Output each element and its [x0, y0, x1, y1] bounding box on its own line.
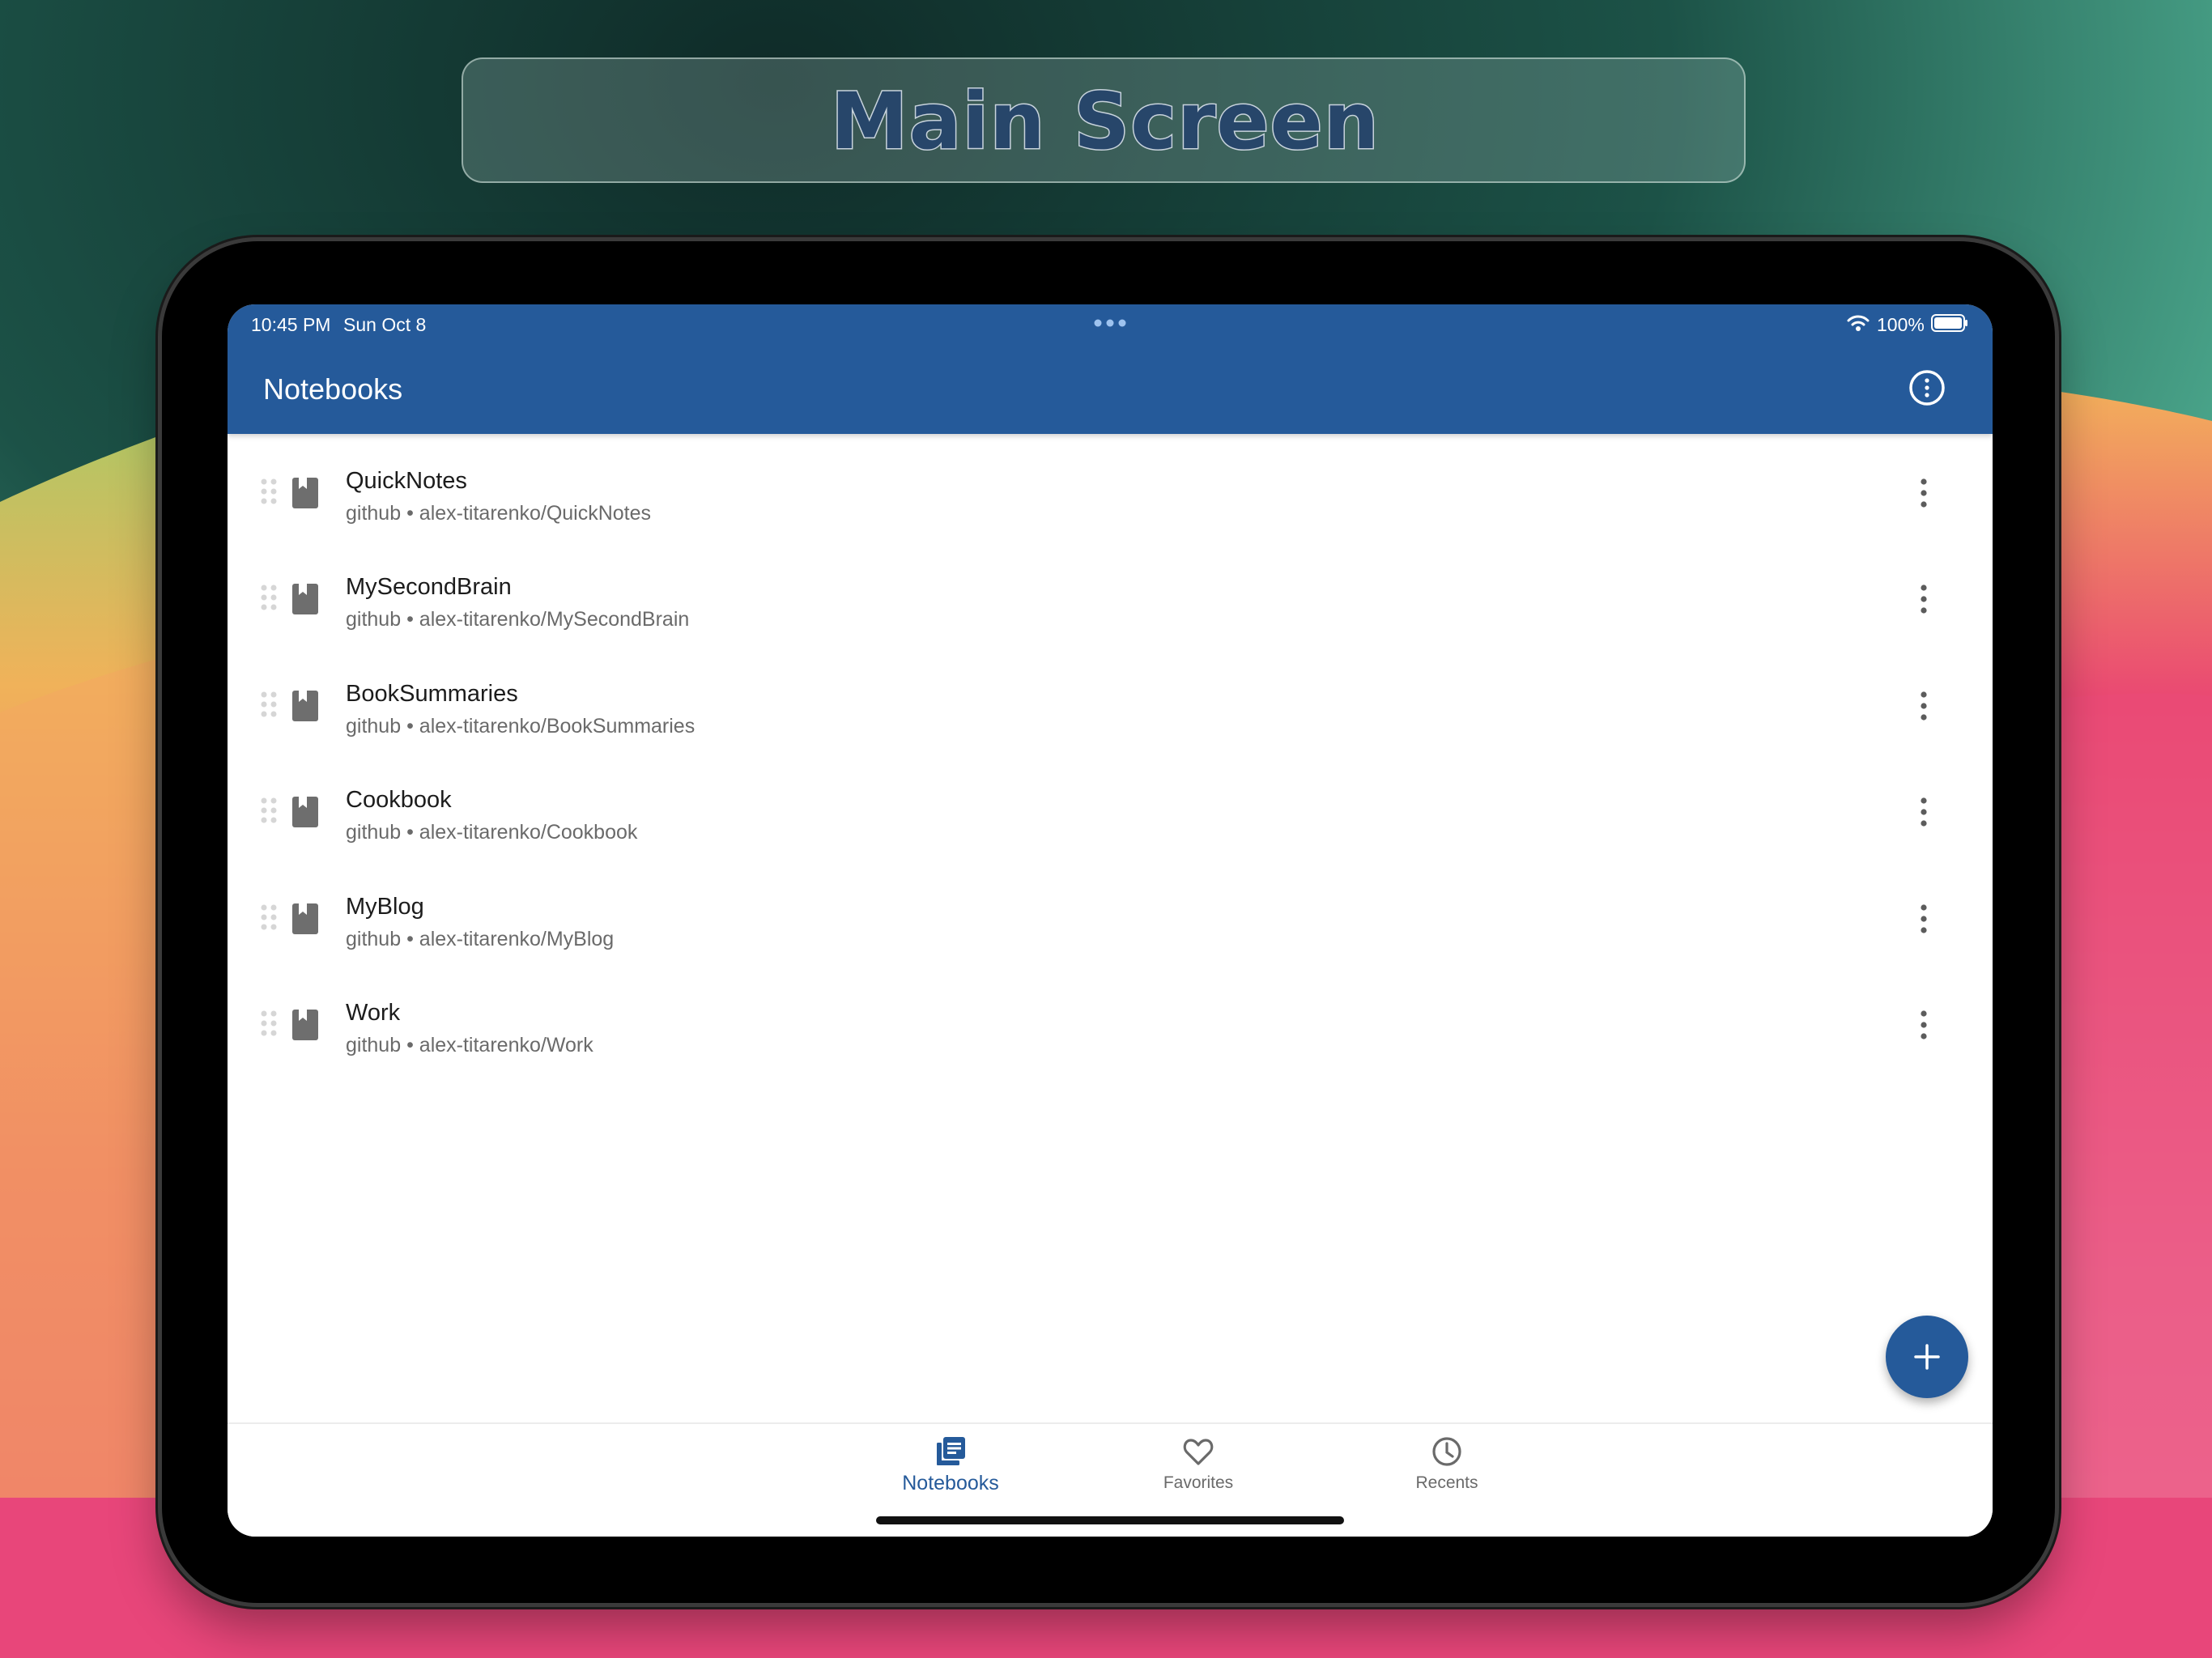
drag-handle-icon[interactable]	[260, 691, 278, 718]
notebook-row[interactable]: QuickNotes github • alex-titarenko/QuickN…	[228, 434, 1993, 540]
plus-icon	[1914, 1344, 1940, 1370]
drag-handle-icon[interactable]	[260, 584, 278, 611]
more-vertical-icon[interactable]	[1910, 474, 1938, 512]
notebook-source: github • alex-titarenko/MySecondBrain	[346, 606, 689, 632]
notebook-separator: •	[406, 927, 414, 950]
notebook-row[interactable]: Work github • alex-titarenko/Work	[228, 966, 1993, 1072]
more-vertical-icon[interactable]	[1910, 900, 1938, 937]
notebook-row[interactable]: Cookbook github • alex-titarenko/Cookbook	[228, 753, 1993, 859]
notebook-source: github • alex-titarenko/QuickNotes	[346, 500, 651, 526]
notebook-separator: •	[406, 502, 414, 525]
nav-label-favorites: Favorites	[1163, 1473, 1234, 1492]
title-banner: Main Screen	[462, 57, 1746, 183]
notebooks-icon	[937, 1437, 965, 1465]
notebook-icon	[292, 478, 318, 508]
app-header: 10:45 PM Sun Oct 8 100% Notebooks	[228, 304, 1993, 434]
notebook-list: QuickNotes github • alex-titarenko/QuickN…	[228, 434, 1993, 1072]
drag-handle-icon[interactable]	[260, 1010, 278, 1037]
more-vertical-icon[interactable]	[1910, 793, 1938, 831]
notebook-icon	[292, 690, 318, 721]
battery-percentage: 100%	[1877, 314, 1925, 335]
notebook-icon	[292, 903, 318, 934]
notebook-name: BookSummaries	[346, 680, 518, 707]
notebook-provider: github	[346, 1033, 402, 1056]
notebook-row[interactable]: BookSummaries github • alex-titarenko/Boo…	[228, 647, 1993, 753]
more-vertical-icon[interactable]	[1910, 580, 1938, 618]
nav-label-recents: Recents	[1415, 1473, 1478, 1492]
drag-handle-icon[interactable]	[260, 797, 278, 824]
notebook-icon	[292, 584, 318, 615]
notebook-source: github • alex-titarenko/BookSummaries	[346, 713, 695, 739]
notebook-row[interactable]: MyBlog github • alex-titarenko/MyBlog	[228, 860, 1993, 966]
app-screen: 10:45 PM Sun Oct 8 100% Notebooks QuickN…	[228, 304, 1993, 1537]
drag-handle-icon[interactable]	[260, 478, 278, 505]
marketing-screenshot: Main Screen 10:45 PM Sun Oct 8 100% Note…	[0, 0, 2212, 1658]
notebook-provider: github	[346, 502, 402, 525]
page-title: Notebooks	[263, 372, 403, 406]
heart-icon	[1183, 1439, 1214, 1465]
add-notebook-button[interactable]	[1886, 1316, 1968, 1398]
notebook-separator: •	[406, 821, 414, 844]
banner-title: Main Screen	[830, 75, 1380, 168]
notebook-name: MySecondBrain	[346, 574, 512, 601]
notebook-name: Cookbook	[346, 787, 452, 814]
info-circle-icon[interactable]	[1907, 368, 1947, 408]
notebook-separator: •	[406, 608, 414, 631]
more-vertical-icon[interactable]	[1910, 687, 1938, 725]
notebook-repo: alex-titarenko/Work	[419, 1033, 593, 1056]
notebook-name: QuickNotes	[346, 468, 467, 494]
notebook-repo: alex-titarenko/MyBlog	[419, 927, 615, 950]
nav-tab-notebooks[interactable]: Notebooks	[861, 1424, 1040, 1505]
notebook-row[interactable]: MySecondBrain github • alex-titarenko/MyS…	[228, 540, 1993, 646]
notebook-source: github • alex-titarenko/Cookbook	[346, 819, 637, 845]
notebook-provider: github	[346, 821, 402, 844]
nav-tab-favorites[interactable]: Favorites	[1109, 1424, 1287, 1505]
wifi-icon	[1847, 315, 1870, 331]
more-vertical-icon[interactable]	[1910, 1006, 1938, 1044]
notebook-repo: alex-titarenko/QuickNotes	[419, 502, 652, 525]
notebook-source: github • alex-titarenko/MyBlog	[346, 926, 614, 952]
notebook-icon	[292, 1009, 318, 1040]
clock-icon	[1432, 1437, 1461, 1466]
notebook-provider: github	[346, 608, 402, 631]
notebook-separator: •	[406, 714, 414, 738]
notebook-repo: alex-titarenko/BookSummaries	[419, 714, 696, 738]
status-time: 10:45 PM	[251, 314, 331, 335]
notebook-name: MyBlog	[346, 893, 424, 920]
nav-label-notebooks: Notebooks	[902, 1472, 999, 1494]
drag-handle-icon[interactable]	[260, 903, 278, 931]
notebook-source: github • alex-titarenko/Work	[346, 1032, 593, 1058]
notebook-repo: alex-titarenko/MySecondBrain	[419, 608, 690, 631]
notebook-repo: alex-titarenko/Cookbook	[419, 821, 638, 844]
notebook-provider: github	[346, 714, 402, 738]
notebook-provider: github	[346, 927, 402, 950]
notebook-separator: •	[406, 1033, 414, 1056]
home-indicator[interactable]	[876, 1516, 1344, 1524]
nav-tab-recents[interactable]: Recents	[1358, 1424, 1536, 1505]
status-date: Sun Oct 8	[343, 314, 427, 335]
multitasking-dots-icon[interactable]	[1094, 317, 1126, 329]
notebook-icon	[292, 797, 318, 828]
battery-icon	[1931, 314, 1967, 332]
notebook-name: Work	[346, 999, 401, 1026]
